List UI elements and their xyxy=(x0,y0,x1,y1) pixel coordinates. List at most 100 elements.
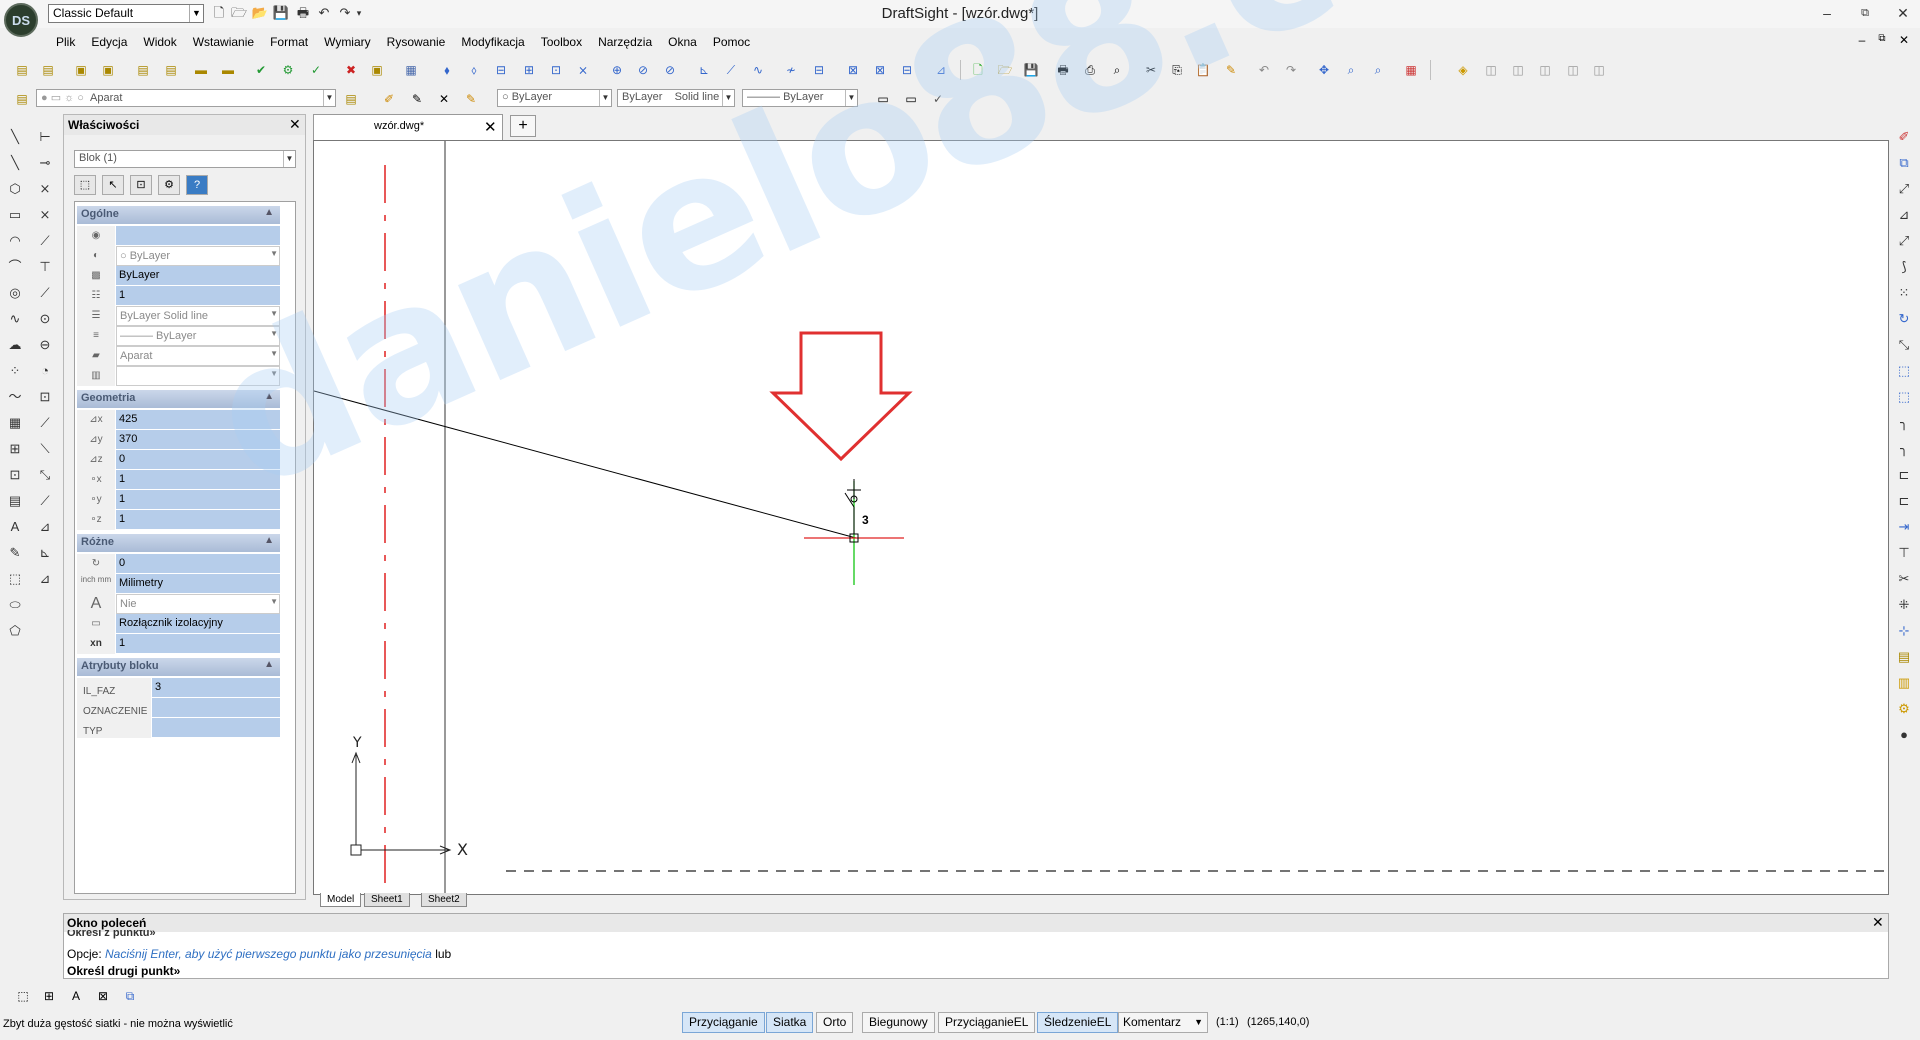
table-icon[interactable]: ▤ xyxy=(4,490,26,512)
undo-toolbar-icon[interactable]: ↶ xyxy=(1253,59,1275,81)
prop-scale-z[interactable]: ∘z 1 xyxy=(77,510,280,530)
section-general[interactable]: Ogólne ▲ xyxy=(77,206,280,224)
array-icon[interactable]: ⁙ xyxy=(1893,282,1915,304)
snap-settings-icon[interactable]: ⊠ xyxy=(869,59,891,81)
prop-value[interactable]: 1 xyxy=(116,634,280,654)
chevron-down-icon[interactable]: ▼ xyxy=(323,90,335,106)
prop-value[interactable]: ByLayer Solid line ▼ xyxy=(116,306,280,326)
prop-linetype[interactable]: ☰ ByLayer Solid line ▼ xyxy=(77,306,280,326)
explode-icon[interactable]: ⁜ xyxy=(1893,594,1915,616)
block-edit-icon[interactable]: ⊠ xyxy=(92,985,114,1007)
annotation-scale-select[interactable]: Komentarz ▼ xyxy=(1118,1012,1208,1033)
prop-scale-x[interactable]: ∘x 1 xyxy=(77,470,280,490)
dimension-style-icon[interactable]: ▭ xyxy=(900,88,922,110)
spline-icon[interactable]: ∿ xyxy=(4,308,26,330)
attr-value[interactable] xyxy=(152,718,280,738)
snap-node-icon[interactable]: ≁ xyxy=(780,59,802,81)
menu-edycja[interactable]: Edycja xyxy=(83,33,135,53)
chamfer-icon[interactable]: ╮ xyxy=(1893,438,1915,460)
menu-pomoc[interactable]: Pomoc xyxy=(705,33,758,53)
lengthen-icon[interactable]: ⬚ xyxy=(1893,386,1915,408)
prop-value[interactable]: 425 xyxy=(116,410,280,430)
dim-aligned-icon[interactable]: ⊸ xyxy=(34,152,56,174)
prop-layer[interactable]: ▰ Aparat ▼ xyxy=(77,346,280,366)
line-icon[interactable]: ╲ xyxy=(4,126,26,148)
make-current-icon[interactable]: ✐ xyxy=(378,88,400,110)
zoom-preview-icon[interactable]: ⌕ xyxy=(1106,59,1128,81)
layer-change-icon[interactable]: ✎ xyxy=(460,88,482,110)
dim-edit-icon[interactable]: ⊾ xyxy=(34,542,56,564)
circle-icon[interactable]: ◎ xyxy=(4,282,26,304)
minimize-icon[interactable]: – xyxy=(1812,3,1842,23)
save-document-icon[interactable]: 💾 xyxy=(1020,59,1042,81)
section-misc[interactable]: Różne ▲ xyxy=(77,534,280,552)
prop-value[interactable]: Rozłącznik izolacyjny xyxy=(116,614,280,634)
prop-layer-color[interactable]: ◐ ○ ByLayer ▼ xyxy=(77,246,280,266)
collapse-icon[interactable]: ▲ xyxy=(264,207,274,218)
prop-rotation[interactable]: ↻ 0 xyxy=(77,554,280,574)
prop-value[interactable]: 1 xyxy=(116,510,280,530)
layer-preview-icon[interactable]: ▦ xyxy=(400,59,422,81)
edit-block-icon[interactable]: ▥ xyxy=(1893,672,1915,694)
offset-icon[interactable]: ⤢ xyxy=(1893,230,1915,252)
view-iso-icon[interactable]: ◫ xyxy=(1562,59,1584,81)
select-pointer-icon[interactable]: ↖ xyxy=(102,175,124,195)
prop-count[interactable]: xn 1 xyxy=(77,634,280,654)
attr-oznaczenie[interactable]: OZNACZENIE xyxy=(77,698,280,718)
quick-select-icon[interactable]: ⊡ xyxy=(130,175,152,195)
text-style-icon[interactable]: ▭ xyxy=(872,88,894,110)
restore-icon[interactable]: ⧉ xyxy=(1850,3,1880,23)
join-icon[interactable]: ⇥ xyxy=(1893,516,1915,538)
menu-okna[interactable]: Okna xyxy=(660,33,705,53)
dim-jog-icon[interactable]: ⟋ xyxy=(34,490,56,512)
layer-off-icon[interactable]: ▬ xyxy=(190,59,212,81)
connector-line[interactable] xyxy=(314,390,857,539)
block-define-icon[interactable]: ⊞ xyxy=(38,985,60,1007)
block-insert-icon[interactable]: ⬚ xyxy=(12,985,34,1007)
dim-radius-icon[interactable]: ⊙ xyxy=(34,308,56,330)
snap-apparent-icon[interactable]: ⨯ xyxy=(572,59,594,81)
edit-attribute-icon[interactable]: ⚙ xyxy=(1893,698,1915,720)
lineweight-combo[interactable]: ——— ByLayer ▼ xyxy=(742,89,858,107)
snap-parallel-icon[interactable]: ⊡ xyxy=(545,59,567,81)
toggle-grid-button[interactable]: Siatka xyxy=(766,1012,814,1033)
close-icon[interactable]: ✕ xyxy=(289,116,301,133)
print-preview-icon[interactable]: ⎙ xyxy=(1079,59,1101,81)
layer-palette-icon[interactable]: ▦ xyxy=(1400,59,1422,81)
view-3d-icon[interactable]: ◈ xyxy=(1452,59,1474,81)
dim-diameter-icon[interactable]: ⊖ xyxy=(34,334,56,356)
layout-tab-sheet1[interactable]: Sheet1 xyxy=(364,893,410,907)
layer-previous-state-icon[interactable]: ▤ xyxy=(340,88,362,110)
prop-scale-y[interactable]: ∘y 1 xyxy=(77,490,280,510)
layout-tab-model[interactable]: Model xyxy=(320,893,362,907)
layer-isolate-icon[interactable]: ▤ xyxy=(132,59,154,81)
command-prompt[interactable]: Określ drugi punkt» xyxy=(67,964,180,978)
copy-icon[interactable]: ⎘ xyxy=(1166,59,1188,81)
snap-insertion-icon[interactable]: ⊟ xyxy=(808,59,830,81)
attr-typ[interactable]: TYP xyxy=(77,718,280,738)
snap-midpoint-icon[interactable]: ⬨ xyxy=(463,59,485,81)
edit-hatch-icon[interactable]: ▤ xyxy=(1893,646,1915,668)
zoom-previous-icon[interactable]: ⌕ xyxy=(1367,59,1389,81)
snap-tangent-icon[interactable]: ⊘ xyxy=(659,59,681,81)
copy-entity-icon[interactable]: ⧉ xyxy=(1893,152,1915,174)
snap-center-icon[interactable]: ⊕ xyxy=(606,59,628,81)
dim-leader-icon[interactable]: ⟍ xyxy=(34,438,56,460)
prop-position-z[interactable]: ⊿z 0 xyxy=(77,450,280,470)
attr-il-faz[interactable]: IL_FAZ 3 xyxy=(77,678,280,698)
dim-angle-icon[interactable]: ⟋ xyxy=(34,230,56,252)
extend-icon[interactable]: ⨯ xyxy=(34,204,56,226)
doc-minimize-icon[interactable]: – xyxy=(1852,33,1872,51)
dim-arc-icon[interactable]: ◔ xyxy=(34,360,56,382)
linetype-combo[interactable]: ByLayer Solid line ▼ xyxy=(617,89,735,107)
move-icon[interactable]: ⤢ xyxy=(1893,178,1915,200)
view-front-icon[interactable]: ◫ xyxy=(1507,59,1529,81)
dim-override-icon[interactable]: ⊿ xyxy=(34,568,56,590)
prop-value[interactable]: 0 xyxy=(116,554,280,574)
dim-space-icon[interactable]: ⊿ xyxy=(34,516,56,538)
attr-value[interactable]: 3 xyxy=(152,678,280,698)
bomb-icon[interactable]: ● xyxy=(1893,724,1915,746)
layout-tab-sheet2[interactable]: Sheet2 xyxy=(421,893,467,907)
prop-lineweight[interactable]: ≡ ——— ByLayer ▼ xyxy=(77,326,280,346)
trim-right-icon[interactable]: ⊏ xyxy=(1893,464,1915,486)
